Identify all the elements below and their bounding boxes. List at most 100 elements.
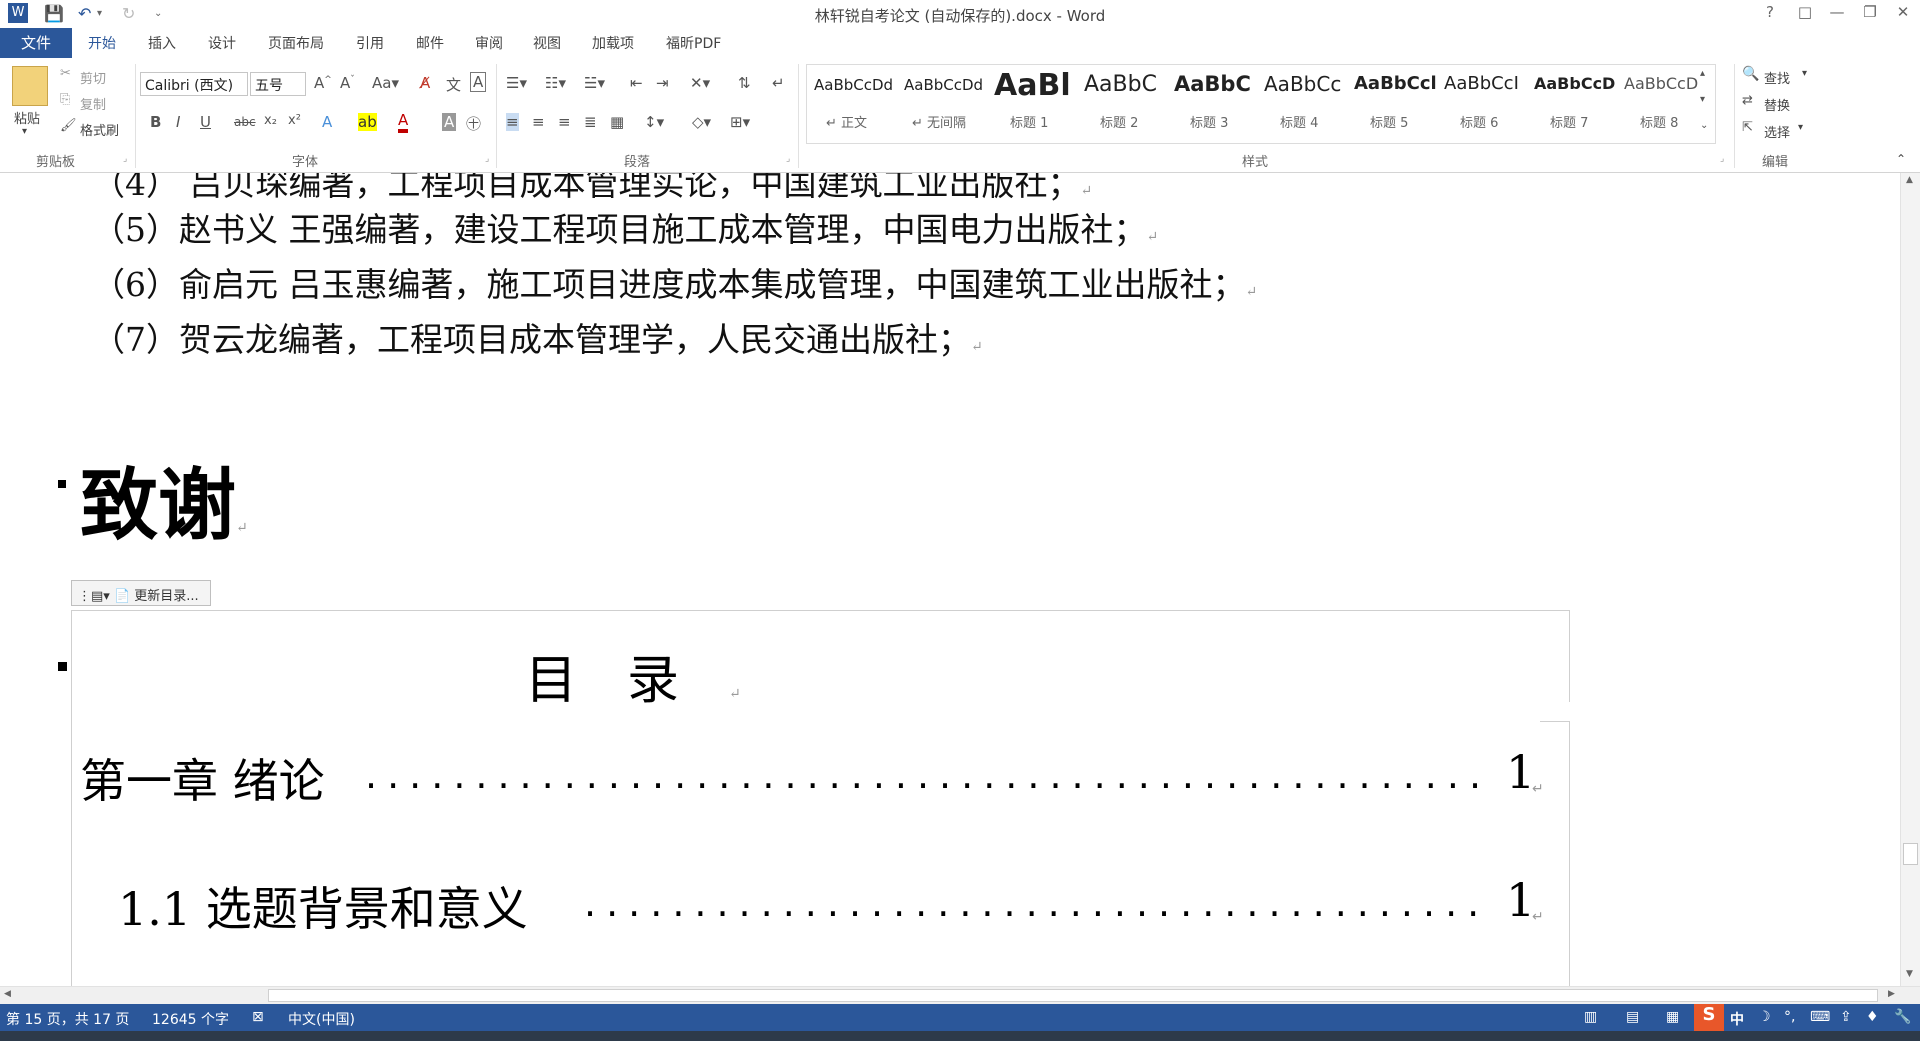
numbering-icon[interactable]: ☷▾ (545, 74, 566, 92)
proofing-icon[interactable]: ⊠ (252, 1009, 264, 1025)
styles-launcher-icon[interactable]: ⌟ (1720, 154, 1724, 164)
italic-icon[interactable]: I (176, 113, 180, 131)
font-name-box[interactable]: Calibri (西文) (140, 72, 248, 96)
grow-font-icon[interactable]: A^ (314, 74, 332, 92)
copy-icon[interactable]: ⎘ (60, 92, 70, 107)
page-count[interactable]: 第 15 页，共 17 页 (6, 1009, 129, 1029)
line-spacing-icon[interactable]: ↕▾ (644, 113, 664, 131)
tab-view[interactable]: 视图 (533, 33, 561, 53)
align-center-icon[interactable]: ≡ (532, 113, 545, 131)
font-launcher-icon[interactable]: ⌟ (485, 154, 489, 164)
multilevel-list-icon[interactable]: ☱▾ (584, 74, 605, 92)
tab-references[interactable]: 引用 (356, 33, 384, 53)
horizontal-scrollbar[interactable]: ◀ ▶ (0, 986, 1920, 1004)
select-icon[interactable]: ⇱ (1742, 120, 1753, 135)
phonetic-guide-icon[interactable]: 文 (446, 74, 461, 95)
styles-scroll-down-icon[interactable]: ▾ (1700, 94, 1705, 105)
justify-icon[interactable]: ≣ (584, 113, 597, 131)
scroll-right-icon[interactable]: ▶ (1888, 989, 1895, 999)
print-layout-icon[interactable]: ▤ (1626, 1009, 1639, 1025)
select-button[interactable]: 选择 (1764, 122, 1790, 141)
superscript-icon[interactable]: x² (288, 113, 301, 128)
cut-icon[interactable]: ✂ (60, 66, 71, 81)
tab-foxit-pdf[interactable]: 福昕PDF (666, 33, 721, 53)
find-icon[interactable]: 🔍 (1742, 66, 1759, 82)
change-case-icon[interactable]: Aa▾ (372, 74, 399, 92)
increase-indent-icon[interactable]: ⇥ (656, 74, 669, 92)
format-painter-icon[interactable]: 🖌 (60, 118, 77, 133)
vertical-scrollbar[interactable]: ▲ ▼ (1900, 173, 1920, 986)
toc-content-control-toolbar[interactable]: ⋮▤▾ 📄 更新目录... (71, 580, 211, 606)
clear-formatting-icon[interactable]: A̸ (420, 74, 430, 92)
character-border-icon[interactable]: A (470, 72, 487, 92)
ime-moon-icon[interactable]: ☽ (1758, 1009, 1771, 1025)
find-button[interactable]: 查找 (1764, 68, 1790, 87)
highlight-icon[interactable]: ab (358, 113, 377, 131)
tab-review[interactable]: 审阅 (475, 33, 503, 53)
vertical-scroll-thumb[interactable] (1903, 843, 1918, 865)
paste-dropdown-icon[interactable]: ▾ (22, 126, 27, 137)
align-right-icon[interactable]: ≡ (558, 113, 571, 131)
replace-button[interactable]: 替换 (1764, 95, 1790, 114)
shrink-font-icon[interactable]: Aˇ (340, 74, 355, 92)
tab-file[interactable]: 文件 (0, 28, 72, 58)
show-marks-icon[interactable]: ↵ (772, 74, 785, 92)
find-dropdown-icon[interactable]: ▾ (1802, 68, 1807, 79)
minimize-button[interactable]: — (1822, 3, 1852, 21)
asian-layout-icon[interactable]: ✕▾ (690, 74, 710, 92)
toc-update-button[interactable]: 更新目录... (134, 589, 198, 604)
language[interactable]: 中文(中国) (288, 1009, 355, 1029)
paste-icon[interactable] (12, 66, 48, 106)
ime-language-indicator[interactable]: 中 (1730, 1009, 1744, 1029)
paragraph-launcher-icon[interactable]: ⌟ (786, 154, 790, 164)
word-count[interactable]: 12645 个字 (152, 1009, 229, 1029)
restore-button[interactable]: ❐ (1855, 3, 1885, 21)
font-color-icon[interactable]: A (398, 111, 409, 133)
shading-icon[interactable]: ◇▾ (692, 113, 711, 131)
ime-settings-icon[interactable]: 🔧 (1894, 1009, 1911, 1025)
styles-more-icon[interactable]: ⌄ (1700, 120, 1708, 131)
decrease-indent-icon[interactable]: ⇤ (630, 74, 643, 92)
copy-button[interactable]: 复制 (80, 94, 106, 113)
text-effects-icon[interactable]: A (322, 113, 332, 131)
scroll-left-icon[interactable]: ◀ (4, 989, 11, 999)
format-painter-button[interactable]: 格式刷 (80, 120, 119, 139)
sort-icon[interactable]: ⇅ (738, 74, 751, 92)
bullets-icon[interactable]: ☰▾ (506, 74, 527, 92)
character-shading-icon[interactable]: A (442, 113, 457, 131)
ime-skin-icon[interactable]: ♦ (1866, 1009, 1879, 1025)
font-size-box[interactable]: 五号 (250, 72, 306, 96)
distributed-icon[interactable]: ▦ (610, 113, 624, 131)
subscript-icon[interactable]: x₂ (264, 113, 277, 128)
borders-icon[interactable]: ⊞▾ (730, 113, 750, 131)
underline-icon[interactable]: U (200, 113, 211, 131)
scroll-up-icon[interactable]: ▲ (1906, 175, 1913, 185)
select-dropdown-icon[interactable]: ▾ (1798, 122, 1803, 133)
read-mode-icon[interactable]: ▥ (1584, 1009, 1597, 1025)
document-canvas[interactable]: （4） 吕贝琛编著，工程项目成本管理实论，中国建筑工业出版社；↵ （5）赵书义 … (0, 173, 1900, 986)
web-layout-icon[interactable]: ▦ (1666, 1009, 1679, 1025)
cut-button[interactable]: 剪切 (80, 68, 106, 87)
collapse-ribbon-icon[interactable]: ⌃ (1896, 152, 1906, 166)
toc-update-icon[interactable]: 📄 (114, 589, 130, 604)
horizontal-scroll-thumb[interactable] (268, 989, 1878, 1002)
toc-menu-icon[interactable]: ⋮▤▾ (78, 589, 110, 604)
clipboard-launcher-icon[interactable]: ⌟ (123, 154, 127, 164)
tab-insert[interactable]: 插入 (148, 33, 176, 53)
bold-icon[interactable]: B (150, 113, 161, 131)
tab-layout[interactable]: 页面布局 (268, 33, 324, 53)
paste-button[interactable]: 粘贴 (14, 108, 40, 127)
scroll-down-icon[interactable]: ▼ (1906, 969, 1913, 979)
tab-mailings[interactable]: 邮件 (416, 33, 444, 53)
tab-addins[interactable]: 加载项 (592, 33, 634, 53)
tab-design[interactable]: 设计 (208, 33, 236, 53)
styles-scroll-up-icon[interactable]: ▴ (1700, 68, 1705, 79)
close-button[interactable]: ✕ (1888, 3, 1918, 21)
tab-home[interactable]: 开始 (88, 33, 116, 53)
sogou-ime-icon[interactable]: S (1694, 1004, 1724, 1031)
ime-keyboard-icon[interactable]: ⌨ (1810, 1009, 1830, 1025)
replace-icon[interactable]: ⇄ (1742, 93, 1753, 108)
align-left-icon[interactable]: ≡ (506, 113, 519, 131)
help-button[interactable]: ? (1755, 3, 1785, 21)
ime-punctuation-icon[interactable]: °, (1784, 1009, 1795, 1025)
